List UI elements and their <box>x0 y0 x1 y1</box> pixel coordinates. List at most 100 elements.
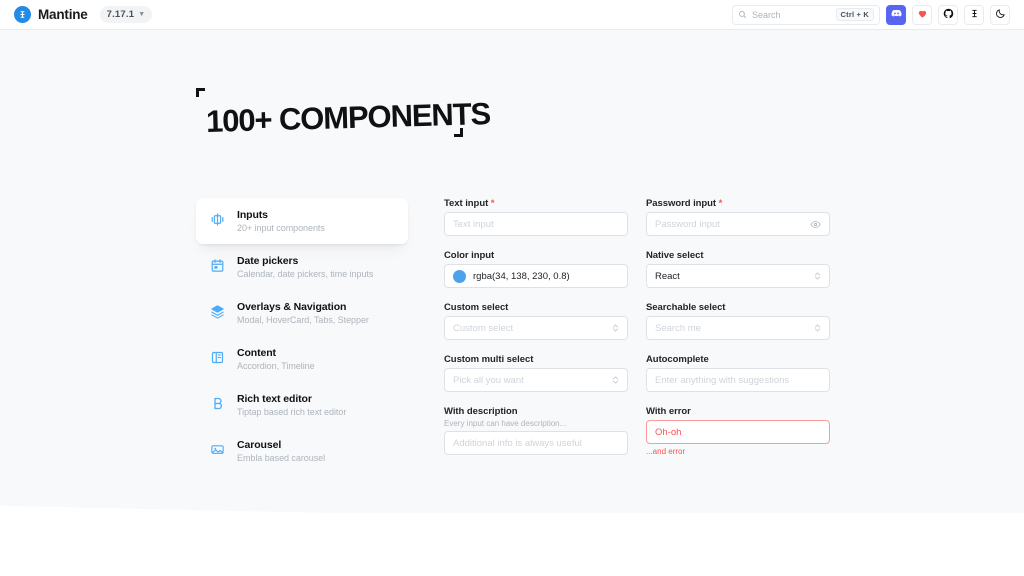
field-label: Searchable select <box>646 302 726 313</box>
field-label: Native select <box>646 250 704 261</box>
chevron-down-icon: ▼ <box>138 11 146 18</box>
chevron-up-down-icon <box>612 323 619 333</box>
sidebar-item-title: Carousel <box>237 439 282 451</box>
chevron-up-down-icon <box>814 323 821 333</box>
heart-icon <box>917 6 928 24</box>
sidebar-item-title: Date pickers <box>237 255 299 267</box>
sidebar-item-title: Rich text editor <box>237 393 312 405</box>
sidebar-item-desc: Accordion, Timeline <box>237 361 315 371</box>
field-autocomplete: Autocomplete Enter anything with suggest… <box>646 354 830 392</box>
eye-icon[interactable] <box>810 219 821 230</box>
label-text: Text input <box>444 198 489 209</box>
field-text-input: Text input * Text input <box>444 198 628 236</box>
form-input-icon <box>208 210 226 228</box>
label-text: Password input <box>646 198 717 209</box>
theme-toggle[interactable] <box>990 4 1010 25</box>
sidebar-item-desc: Tiptap based rich text editor <box>237 407 347 417</box>
search-icon <box>738 10 747 19</box>
mantine-logo-icon <box>14 6 31 23</box>
text-input-field[interactable]: Text input <box>444 212 628 236</box>
field-with-description: With description Every input can have de… <box>444 406 628 455</box>
github-icon <box>943 6 954 24</box>
version-label: 7.17.1 <box>106 9 135 20</box>
sidebar-item-title: Overlays & Navigation <box>237 301 347 313</box>
carousel-image-icon <box>208 440 226 458</box>
custom-multi-select-field[interactable]: Pick all you want <box>444 368 628 392</box>
brand-logo-link[interactable]: Mantine <box>14 6 88 23</box>
color-input-field[interactable]: rgba(34, 138, 230, 0.8) <box>444 264 628 288</box>
field-searchable-select: Searchable select Search me <box>646 302 830 340</box>
with-description-input-field[interactable]: Additional info is always useful <box>444 431 628 455</box>
field-label: With description <box>444 406 518 417</box>
chevron-up-down-icon <box>814 271 821 281</box>
placeholder-text: Additional info is always useful <box>453 437 582 449</box>
placeholder-text: Password input <box>655 218 720 230</box>
github-link[interactable] <box>938 4 958 25</box>
placeholder-text: Pick all you want <box>453 374 524 386</box>
sidebar-item-rich-text-editor[interactable]: Rich text editor Tiptap based rich text … <box>196 382 408 428</box>
sidebar-item-inputs[interactable]: Inputs 20+ input components <box>196 198 408 244</box>
field-label: Password input * <box>646 198 830 209</box>
sidebar-item-overlays-navigation[interactable]: Overlays & Navigation Modal, HoverCard, … <box>196 290 408 336</box>
field-label: Custom multi select <box>444 354 534 365</box>
field-custom-multi-select: Custom multi select Pick all you want <box>444 354 628 392</box>
mantine-logo-link[interactable] <box>964 4 984 25</box>
field-label: Text input * <box>444 198 628 209</box>
sidebar-item-title: Content <box>237 347 276 359</box>
sidebar-item-content[interactable]: Content Accordion, Timeline <box>196 336 408 382</box>
field-native-select: Native select React <box>646 250 830 288</box>
selected-value: React <box>655 270 680 282</box>
page-bottom-area <box>0 513 1024 576</box>
category-nav: Inputs 20+ input components Date pickers <box>196 198 408 474</box>
custom-select-field[interactable]: Custom select <box>444 316 628 340</box>
calendar-icon <box>208 256 226 274</box>
sidebar-item-desc: Modal, HoverCard, Tabs, Stepper <box>237 315 369 325</box>
field-color-input: Color input rgba(34, 138, 230, 0.8) <box>444 250 628 288</box>
discord-icon <box>891 6 902 24</box>
search-input[interactable]: Search Ctrl + K <box>732 4 880 25</box>
bold-b-icon <box>208 394 226 412</box>
header-actions: Search Ctrl + K <box>732 4 1010 25</box>
mantine-docs-page: Mantine 7.17.1 ▼ Search Ctrl + K 100+ CO… <box>0 0 1024 576</box>
brand-name: Mantine <box>38 7 88 22</box>
color-value: rgba(34, 138, 230, 0.8) <box>473 270 570 282</box>
sidebar-item-desc: Embla based carousel <box>237 453 326 463</box>
field-label: Custom select <box>444 302 509 313</box>
sidebar-item-date-pickers[interactable]: Date pickers Calendar, date pickers, tim… <box>196 244 408 290</box>
site-header: Mantine 7.17.1 ▼ Search Ctrl + K <box>0 0 1024 30</box>
autocomplete-field[interactable]: Enter anything with suggestions <box>646 368 830 392</box>
placeholder-text: Enter anything with suggestions <box>655 374 790 386</box>
field-label: With error <box>646 406 691 417</box>
form-column-left: Text input * Text input Color input rgba… <box>444 198 628 455</box>
chevron-up-down-icon <box>612 375 619 385</box>
with-error-input-field[interactable]: Oh-oh <box>646 420 830 444</box>
sidebar-item-desc: 20+ input components <box>237 223 325 233</box>
corner-bracket-top-left-icon <box>196 88 205 97</box>
version-selector[interactable]: 7.17.1 ▼ <box>99 6 153 23</box>
section-divider <box>0 505 1024 513</box>
field-error-message: ...and error <box>646 447 686 456</box>
required-asterisk: * <box>488 198 495 209</box>
moon-icon <box>995 6 1006 24</box>
native-select-field[interactable]: React <box>646 264 830 288</box>
placeholder-text: Text input <box>453 218 494 230</box>
field-label: Color input <box>444 250 495 261</box>
sidebar-item-carousel[interactable]: Carousel Embla based carousel <box>196 428 408 474</box>
searchable-select-field[interactable]: Search me <box>646 316 830 340</box>
input-value: Oh-oh <box>655 426 682 438</box>
field-label: Autocomplete <box>646 354 709 365</box>
password-input-field[interactable]: Password input <box>646 212 830 236</box>
field-custom-select: Custom select Custom select <box>444 302 628 340</box>
discord-link[interactable] <box>886 4 906 25</box>
required-asterisk: * <box>716 198 723 209</box>
placeholder-text: Search me <box>655 322 701 334</box>
hero-section: 100+ COMPONENTS Inputs 20+ input compone… <box>0 30 1024 513</box>
field-with-error: With error Oh-oh ...and error <box>646 406 830 456</box>
sidebar-item-desc: Calendar, date pickers, time inputs <box>237 269 374 279</box>
form-column-right: Password input * Password input Native s… <box>646 198 830 456</box>
layers-icon <box>208 302 226 320</box>
mantine-mark-icon <box>969 6 980 24</box>
sidebar-item-title: Inputs <box>237 209 268 221</box>
sponsor-link[interactable] <box>912 4 932 25</box>
page-title: 100+ COMPONENTS <box>205 96 491 139</box>
